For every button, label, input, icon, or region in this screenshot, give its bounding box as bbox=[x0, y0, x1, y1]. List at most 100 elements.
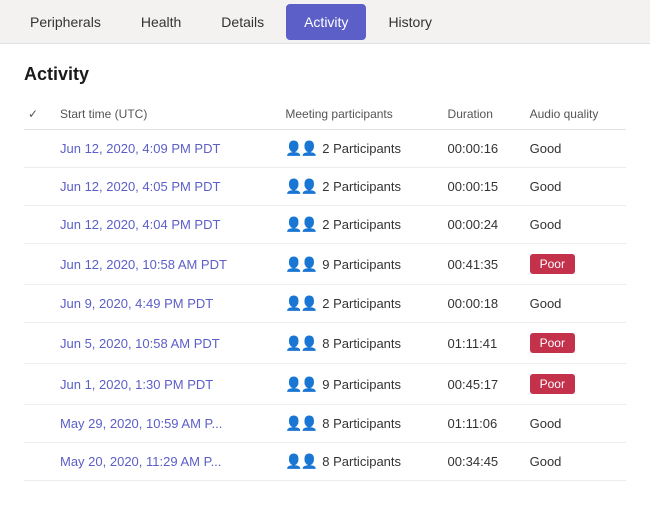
quality-badge-poor: Poor bbox=[530, 254, 575, 274]
row-audio-quality: Good bbox=[522, 405, 626, 443]
tab-details[interactable]: Details bbox=[203, 4, 282, 40]
row-participants: 👤👤 9 Participants bbox=[277, 364, 439, 405]
table-header-row: ✓ Start time (UTC) Meeting participants … bbox=[24, 101, 626, 130]
row-audio-quality: Poor bbox=[522, 364, 626, 405]
participants-count: 2 Participants bbox=[322, 296, 401, 311]
row-participants: 👤👤 2 Participants bbox=[277, 285, 439, 323]
row-participants: 👤👤9 Participants bbox=[277, 244, 439, 285]
start-time-link[interactable]: Jun 5, 2020, 10:58 AM PDT bbox=[60, 336, 220, 351]
tab-activity[interactable]: Activity bbox=[286, 4, 366, 40]
participants-count: 8 Participants bbox=[322, 454, 401, 469]
table-row: Jun 12, 2020, 10:58 AM PDT 👤👤9 Participan… bbox=[24, 244, 626, 285]
participants-count: 9 Participants bbox=[322, 377, 401, 392]
row-audio-quality: Poor bbox=[522, 323, 626, 364]
col-audio-quality: Audio quality bbox=[522, 101, 626, 130]
row-check bbox=[24, 285, 52, 323]
tab-health[interactable]: Health bbox=[123, 4, 199, 40]
table-row: Jun 9, 2020, 4:49 PM PDT 👤👤 2 Participants… bbox=[24, 285, 626, 323]
row-duration: 00:41:35 bbox=[440, 244, 522, 285]
row-start-time[interactable]: Jun 12, 2020, 4:09 PM PDT bbox=[52, 130, 277, 168]
row-duration: 00:00:16 bbox=[440, 130, 522, 168]
table-row: Jun 1, 2020, 1:30 PM PDT 👤👤 9 Participants… bbox=[24, 364, 626, 405]
quality-badge-good: Good bbox=[530, 179, 562, 194]
content-area: Activity ✓ Start time (UTC) Meeting part… bbox=[0, 44, 650, 510]
participants-count: 2 Participants bbox=[322, 141, 401, 156]
col-check: ✓ bbox=[24, 101, 52, 130]
participants-icon: 👤👤 bbox=[285, 140, 316, 157]
row-check bbox=[24, 244, 52, 285]
start-time-link[interactable]: May 20, 2020, 11:29 AM P... bbox=[60, 454, 221, 469]
row-participants: 👤👤 8 Participants bbox=[277, 323, 439, 364]
row-participants: 👤👤 8 Participants bbox=[277, 443, 439, 481]
start-time-link[interactable]: Jun 12, 2020, 4:05 PM PDT bbox=[60, 179, 220, 194]
participants-icon: 👤👤 bbox=[285, 295, 316, 312]
start-time-link[interactable]: Jun 12, 2020, 4:09 PM PDT bbox=[60, 141, 220, 156]
row-duration: 01:11:41 bbox=[440, 323, 522, 364]
tab-bar: PeripheralsHealthDetailsActivityHistory bbox=[0, 0, 650, 44]
participants-icon: 👤👤 bbox=[285, 376, 316, 393]
start-time-link[interactable]: Jun 12, 2020, 10:58 AM PDT bbox=[60, 257, 227, 272]
row-duration: 01:11:06 bbox=[440, 405, 522, 443]
row-check bbox=[24, 168, 52, 206]
row-duration: 00:45:17 bbox=[440, 364, 522, 405]
participants-count: 2 Participants bbox=[322, 179, 401, 194]
row-start-time[interactable]: Jun 12, 2020, 4:04 PM PDT bbox=[52, 206, 277, 244]
start-time-link[interactable]: Jun 1, 2020, 1:30 PM PDT bbox=[60, 377, 213, 392]
participants-count: 9 Participants bbox=[322, 257, 401, 272]
row-duration: 00:34:45 bbox=[440, 443, 522, 481]
row-participants: 👤👤 2 Participants bbox=[277, 130, 439, 168]
row-audio-quality: Good bbox=[522, 130, 626, 168]
row-duration: 00:00:18 bbox=[440, 285, 522, 323]
start-time-link[interactable]: Jun 9, 2020, 4:49 PM PDT bbox=[60, 296, 213, 311]
row-duration: 00:00:15 bbox=[440, 168, 522, 206]
col-participants: Meeting participants bbox=[277, 101, 439, 130]
participants-icon: 👤👤 bbox=[285, 216, 316, 233]
row-audio-quality: Good bbox=[522, 443, 626, 481]
table-row: Jun 5, 2020, 10:58 AM PDT 👤👤 8 Participant… bbox=[24, 323, 626, 364]
check-icon: ✓ bbox=[28, 107, 38, 121]
start-time-link[interactable]: May 29, 2020, 10:59 AM P... bbox=[60, 416, 222, 431]
quality-badge-good: Good bbox=[530, 454, 562, 469]
quality-badge-good: Good bbox=[530, 416, 562, 431]
row-check bbox=[24, 206, 52, 244]
row-check bbox=[24, 323, 52, 364]
row-check bbox=[24, 130, 52, 168]
row-audio-quality: Good bbox=[522, 168, 626, 206]
page-title: Activity bbox=[24, 64, 626, 85]
participants-count: 8 Participants bbox=[322, 336, 401, 351]
row-audio-quality: Poor bbox=[522, 244, 626, 285]
quality-badge-good: Good bbox=[530, 141, 562, 156]
row-audio-quality: Good bbox=[522, 285, 626, 323]
row-check bbox=[24, 405, 52, 443]
participants-icon: 👤👤 bbox=[285, 335, 316, 352]
quality-badge-poor: Poor bbox=[530, 333, 575, 353]
row-participants: 👤👤8 Participants bbox=[277, 405, 439, 443]
quality-badge-good: Good bbox=[530, 217, 562, 232]
row-participants: 👤👤 2 Participants bbox=[277, 206, 439, 244]
col-start-time: Start time (UTC) bbox=[52, 101, 277, 130]
table-row: Jun 12, 2020, 4:09 PM PDT 👤👤 2 Participant… bbox=[24, 130, 626, 168]
table-row: Jun 12, 2020, 4:04 PM PDT 👤👤 2 Participant… bbox=[24, 206, 626, 244]
row-start-time[interactable]: May 29, 2020, 10:59 AM P... bbox=[52, 405, 277, 443]
row-start-time[interactable]: Jun 5, 2020, 10:58 AM PDT bbox=[52, 323, 277, 364]
row-start-time[interactable]: Jun 12, 2020, 4:05 PM PDT bbox=[52, 168, 277, 206]
row-start-time[interactable]: Jun 12, 2020, 10:58 AM PDT bbox=[52, 244, 277, 285]
table-row: May 29, 2020, 10:59 AM P... 👤👤8 Participa… bbox=[24, 405, 626, 443]
quality-badge-poor: Poor bbox=[530, 374, 575, 394]
row-start-time[interactable]: May 20, 2020, 11:29 AM P... bbox=[52, 443, 277, 481]
participants-icon: 👤👤 bbox=[285, 415, 316, 432]
tab-history[interactable]: History bbox=[370, 4, 450, 40]
start-time-link[interactable]: Jun 12, 2020, 4:04 PM PDT bbox=[60, 217, 220, 232]
participants-count: 2 Participants bbox=[322, 217, 401, 232]
participants-icon: 👤👤 bbox=[285, 453, 316, 470]
row-start-time[interactable]: Jun 9, 2020, 4:49 PM PDT bbox=[52, 285, 277, 323]
row-check bbox=[24, 364, 52, 405]
activity-table: ✓ Start time (UTC) Meeting participants … bbox=[24, 101, 626, 481]
quality-badge-good: Good bbox=[530, 296, 562, 311]
table-row: Jun 12, 2020, 4:05 PM PDT 👤👤2 Participant… bbox=[24, 168, 626, 206]
tab-peripherals[interactable]: Peripherals bbox=[12, 4, 119, 40]
row-start-time[interactable]: Jun 1, 2020, 1:30 PM PDT bbox=[52, 364, 277, 405]
row-check bbox=[24, 443, 52, 481]
row-participants: 👤👤2 Participants bbox=[277, 168, 439, 206]
col-duration: Duration bbox=[440, 101, 522, 130]
